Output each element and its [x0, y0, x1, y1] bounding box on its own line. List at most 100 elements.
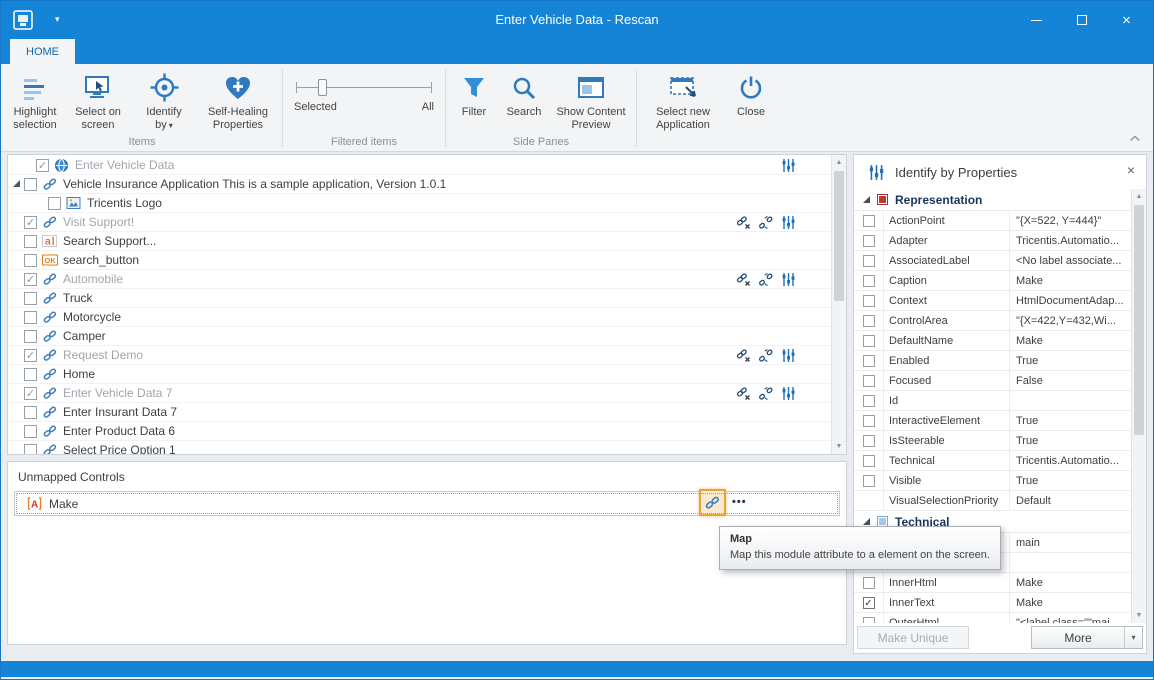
unmap-icon[interactable]	[735, 215, 751, 230]
tab-home[interactable]: HOME	[10, 39, 75, 64]
unmap-icon[interactable]	[735, 272, 751, 287]
property-checkbox[interactable]	[863, 395, 875, 407]
row-checkbox[interactable]	[24, 444, 37, 455]
row-checkbox[interactable]	[48, 197, 61, 210]
scroll-up-button[interactable]: ▲	[1132, 189, 1146, 204]
tree-row[interactable]: Tricentis Logo	[8, 194, 831, 213]
show-content-preview-button[interactable]: Show Content Preview	[549, 68, 633, 133]
scroll-up-button[interactable]: ▲	[832, 155, 846, 170]
row-checkbox[interactable]: ✓	[24, 273, 37, 286]
property-row[interactable]: InnerHtmlMake	[854, 573, 1131, 593]
minimize-button[interactable]	[1014, 4, 1059, 36]
property-checkbox[interactable]	[863, 315, 875, 327]
property-row[interactable]: VisualSelectionPriorityDefault	[854, 491, 1131, 511]
identify-by-button[interactable]: Identify by▾	[131, 68, 197, 133]
property-checkbox[interactable]	[863, 355, 875, 367]
property-row[interactable]: EnabledTrue	[854, 351, 1131, 371]
more-dropdown-caret-icon[interactable]: ▾	[1125, 633, 1142, 642]
properties-scrollbar[interactable]: ▲ ▼	[1131, 189, 1146, 623]
property-checkbox[interactable]	[863, 215, 875, 227]
close-rescan-button[interactable]: Close	[726, 68, 776, 120]
select-on-screen-button[interactable]: Select on screen	[65, 68, 131, 133]
tree-row[interactable]: Enter Insurant Data 7	[8, 403, 831, 422]
sliders-icon[interactable]	[781, 215, 797, 230]
row-checkbox[interactable]: ✓	[24, 349, 37, 362]
break-icon[interactable]	[758, 348, 774, 363]
property-checkbox[interactable]: ✓	[863, 597, 875, 609]
row-checkbox[interactable]	[24, 330, 37, 343]
property-checkbox[interactable]	[863, 455, 875, 467]
tree-row[interactable]: ✓Enter Vehicle Data 7	[8, 384, 831, 403]
row-checkbox[interactable]	[24, 368, 37, 381]
break-icon[interactable]	[758, 215, 774, 230]
property-row[interactable]: AssociatedLabel<No label associate...	[854, 251, 1131, 271]
property-row[interactable]: InteractiveElementTrue	[854, 411, 1131, 431]
property-checkbox[interactable]	[863, 255, 875, 267]
row-checkbox[interactable]	[24, 311, 37, 324]
tree-row[interactable]: Motorcycle	[8, 308, 831, 327]
more-options-button[interactable]: •••	[732, 496, 747, 508]
row-checkbox[interactable]	[24, 178, 37, 191]
section-header-representation[interactable]: Representation	[854, 189, 1131, 211]
close-window-button[interactable]: ×	[1104, 4, 1149, 36]
scroll-down-button[interactable]: ▼	[832, 439, 846, 454]
select-new-application-button[interactable]: Select new Application	[640, 68, 726, 133]
property-row[interactable]: IsSteerableTrue	[854, 431, 1131, 451]
tree-row[interactable]: Camper	[8, 327, 831, 346]
filtered-items-slider-thumb[interactable]	[318, 79, 327, 96]
expander-icon[interactable]	[12, 178, 24, 190]
make-unique-button[interactable]: Make Unique	[857, 626, 969, 649]
row-checkbox[interactable]	[24, 406, 37, 419]
row-checkbox[interactable]: ✓	[24, 216, 37, 229]
property-row[interactable]: OuterHtml"<label class=""mai	[854, 613, 1131, 623]
property-checkbox[interactable]	[863, 295, 875, 307]
scroll-thumb[interactable]	[1134, 205, 1144, 435]
property-checkbox[interactable]	[863, 335, 875, 347]
property-row[interactable]: ✓InnerTextMake	[854, 593, 1131, 613]
collapse-triangle-icon[interactable]	[863, 196, 870, 203]
property-checkbox[interactable]	[863, 235, 875, 247]
panel-close-icon[interactable]: ×	[1127, 163, 1135, 177]
property-row[interactable]: VisibleTrue	[854, 471, 1131, 491]
tree-row[interactable]: ✓Visit Support!	[8, 213, 831, 232]
property-checkbox[interactable]	[863, 275, 875, 287]
highlight-selection-button[interactable]: Highlight selection	[5, 68, 65, 133]
row-checkbox[interactable]	[24, 425, 37, 438]
maximize-button[interactable]	[1059, 4, 1104, 36]
tree-row[interactable]: Home	[8, 365, 831, 384]
row-checkbox[interactable]	[24, 292, 37, 305]
row-checkbox[interactable]	[24, 254, 37, 267]
tree-row[interactable]: aSearch Support...	[8, 232, 831, 251]
row-checkbox[interactable]	[24, 235, 37, 248]
property-checkbox[interactable]	[863, 375, 875, 387]
self-healing-properties-button[interactable]: Self-Healing Properties	[197, 68, 279, 133]
row-checkbox[interactable]: ✓	[24, 387, 37, 400]
property-row[interactable]: DefaultNameMake	[854, 331, 1131, 351]
tree-row[interactable]: ✓Enter Vehicle Data	[8, 156, 831, 175]
collapse-triangle-icon[interactable]	[863, 518, 870, 525]
property-checkbox[interactable]	[863, 577, 875, 589]
sliders-icon[interactable]	[781, 158, 797, 173]
sliders-icon[interactable]	[781, 386, 797, 401]
scroll-down-button[interactable]: ▼	[1132, 608, 1146, 623]
more-button[interactable]: More ▾	[1031, 626, 1143, 649]
unmapped-control-row[interactable]: A Make •••	[14, 491, 840, 516]
tree-scrollbar[interactable]: ▲ ▼	[831, 155, 846, 454]
tree-row[interactable]: Enter Product Data 6	[8, 422, 831, 441]
tree-row[interactable]: ✓Request Demo	[8, 346, 831, 365]
sliders-icon[interactable]	[781, 348, 797, 363]
property-row[interactable]: ContextHtmlDocumentAdap...	[854, 291, 1131, 311]
break-icon[interactable]	[758, 272, 774, 287]
property-checkbox[interactable]	[863, 415, 875, 427]
tree-row[interactable]: OKsearch_button	[8, 251, 831, 270]
tree-row[interactable]: Vehicle Insurance Application This is a …	[8, 175, 831, 194]
sliders-icon[interactable]	[781, 272, 797, 287]
scroll-thumb[interactable]	[834, 171, 844, 301]
map-button[interactable]	[699, 489, 726, 516]
property-row[interactable]: Id	[854, 391, 1131, 411]
search-button[interactable]: Search	[499, 68, 549, 120]
property-row[interactable]: AdapterTricentis.Automatio...	[854, 231, 1131, 251]
property-checkbox[interactable]	[863, 435, 875, 447]
ribbon-collapse-icon[interactable]	[1129, 131, 1141, 145]
unmap-icon[interactable]	[735, 348, 751, 363]
